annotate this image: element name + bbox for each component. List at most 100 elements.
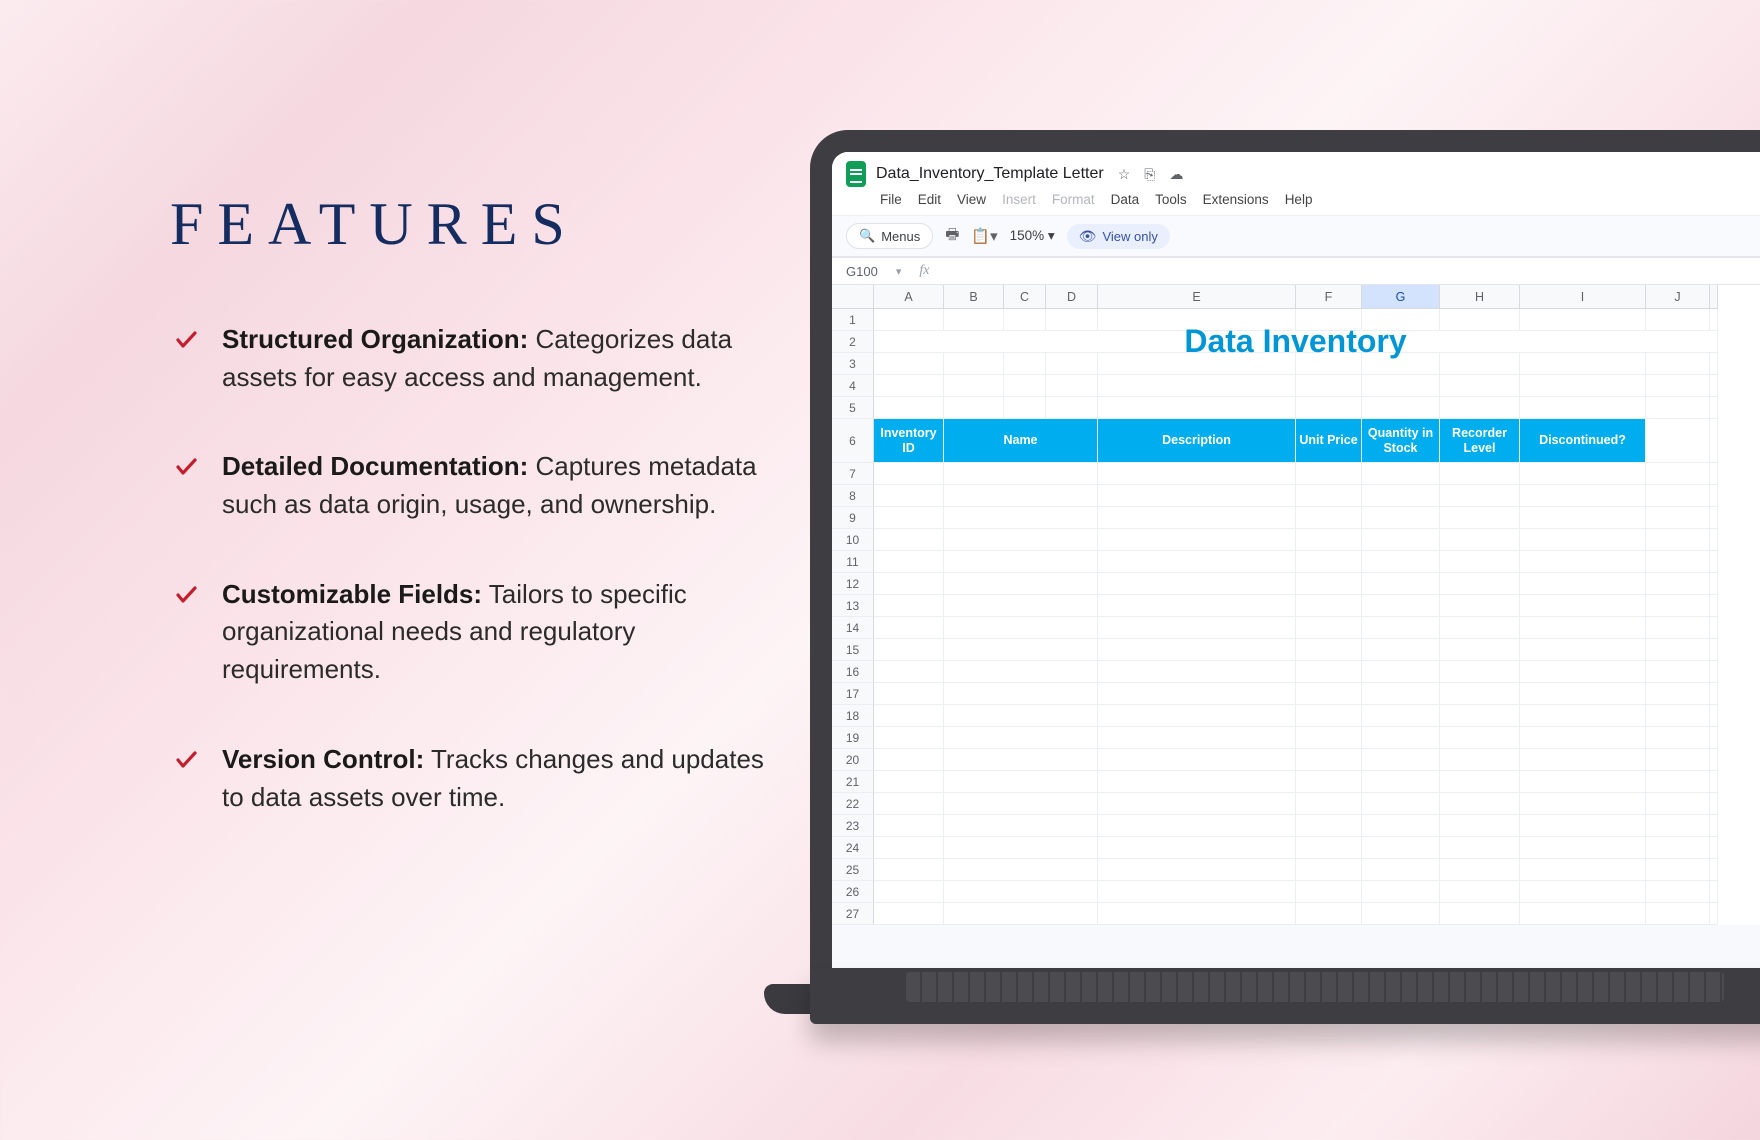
cell[interactable] <box>1046 309 1098 331</box>
row-header[interactable]: 6 <box>832 419 874 463</box>
cell[interactable] <box>1362 551 1440 573</box>
cell[interactable] <box>874 309 944 331</box>
cell[interactable] <box>1520 793 1646 815</box>
row-header[interactable]: 23 <box>832 815 874 837</box>
cell[interactable] <box>1440 463 1520 485</box>
cell[interactable] <box>874 595 944 617</box>
cell[interactable] <box>1046 397 1098 419</box>
spreadsheet-grid[interactable]: ABCDEFGHIJ 12Data Inventory3456Inventory… <box>832 285 1760 925</box>
cell[interactable] <box>1362 837 1440 859</box>
cell[interactable] <box>1646 749 1710 771</box>
cell[interactable] <box>944 815 1098 837</box>
cell[interactable] <box>1098 639 1296 661</box>
cell[interactable] <box>1710 771 1718 793</box>
cell[interactable] <box>944 859 1098 881</box>
cell[interactable] <box>944 529 1098 551</box>
cell[interactable] <box>1004 353 1046 375</box>
cell[interactable] <box>1710 661 1718 683</box>
cell[interactable] <box>1646 353 1710 375</box>
cell[interactable] <box>874 397 944 419</box>
cell[interactable] <box>1296 705 1362 727</box>
cell[interactable] <box>1710 881 1718 903</box>
cell[interactable] <box>1710 375 1718 397</box>
cell[interactable] <box>1362 485 1440 507</box>
cell[interactable] <box>1646 375 1710 397</box>
cell[interactable] <box>1296 837 1362 859</box>
doc-title[interactable]: Data_Inventory_Template Letter <box>876 165 1104 183</box>
cell[interactable] <box>874 727 944 749</box>
cell[interactable] <box>1646 837 1710 859</box>
cell[interactable] <box>1646 859 1710 881</box>
cell[interactable] <box>1440 661 1520 683</box>
cell[interactable] <box>1520 771 1646 793</box>
cell[interactable] <box>1710 507 1718 529</box>
cell[interactable] <box>1646 485 1710 507</box>
row-header[interactable]: 24 <box>832 837 874 859</box>
cell[interactable] <box>1520 617 1646 639</box>
cell[interactable] <box>1520 551 1646 573</box>
row-header[interactable]: 21 <box>832 771 874 793</box>
cell[interactable] <box>1098 727 1296 749</box>
cell[interactable] <box>1296 485 1362 507</box>
cell[interactable] <box>1646 529 1710 551</box>
cell[interactable] <box>1646 793 1710 815</box>
cell[interactable] <box>1098 397 1296 419</box>
hdr-inventory-id[interactable]: Inventory ID <box>874 419 944 463</box>
col-header-G[interactable]: G <box>1362 285 1440 309</box>
row-header[interactable]: 22 <box>832 793 874 815</box>
cell[interactable] <box>874 573 944 595</box>
cell[interactable] <box>1440 375 1520 397</box>
row-header[interactable]: 11 <box>832 551 874 573</box>
cell[interactable] <box>1710 573 1718 595</box>
cell[interactable] <box>1646 683 1710 705</box>
row-header[interactable]: 10 <box>832 529 874 551</box>
cell[interactable] <box>944 507 1098 529</box>
menus-button[interactable]: 🔍 Menus <box>846 223 933 249</box>
cell[interactable] <box>1520 595 1646 617</box>
cell[interactable] <box>1296 815 1362 837</box>
row-header[interactable]: 18 <box>832 705 874 727</box>
col-header-I[interactable]: I <box>1520 285 1646 309</box>
cell[interactable] <box>1646 309 1710 331</box>
row-header[interactable]: 15 <box>832 639 874 661</box>
cell[interactable] <box>874 529 944 551</box>
cell[interactable] <box>1646 551 1710 573</box>
col-header-A[interactable]: A <box>874 285 944 309</box>
row-header[interactable]: 7 <box>832 463 874 485</box>
cell[interactable] <box>1646 463 1710 485</box>
cell[interactable] <box>1098 529 1296 551</box>
cell[interactable] <box>1098 859 1296 881</box>
menu-tools[interactable]: Tools <box>1155 192 1187 207</box>
cell[interactable] <box>1646 507 1710 529</box>
clipboard-icon[interactable]: 📋▾ <box>971 227 997 245</box>
row-header[interactable]: 25 <box>832 859 874 881</box>
cell[interactable] <box>874 639 944 661</box>
cell[interactable] <box>874 507 944 529</box>
cell[interactable] <box>1520 837 1646 859</box>
cell[interactable] <box>1646 771 1710 793</box>
cell[interactable] <box>1098 881 1296 903</box>
cell[interactable] <box>944 397 1004 419</box>
cell[interactable] <box>1710 859 1718 881</box>
row-header[interactable]: 4 <box>832 375 874 397</box>
cell[interactable] <box>1440 793 1520 815</box>
cell[interactable] <box>944 551 1098 573</box>
hdr-recorder[interactable]: Recorder Level <box>1440 419 1520 463</box>
cell[interactable] <box>944 485 1098 507</box>
cell[interactable] <box>874 881 944 903</box>
row-header[interactable]: 13 <box>832 595 874 617</box>
cell[interactable] <box>1520 397 1646 419</box>
cell[interactable] <box>944 573 1098 595</box>
col-header-F[interactable]: F <box>1296 285 1362 309</box>
cell[interactable] <box>1440 881 1520 903</box>
cell[interactable] <box>874 771 944 793</box>
cell[interactable] <box>1296 595 1362 617</box>
cell[interactable] <box>1362 749 1440 771</box>
cell[interactable] <box>1296 639 1362 661</box>
hdr-description[interactable]: Description <box>1098 419 1296 463</box>
cell[interactable] <box>874 375 944 397</box>
menu-help[interactable]: Help <box>1285 192 1313 207</box>
cell[interactable] <box>1520 881 1646 903</box>
cell[interactable] <box>1710 903 1718 925</box>
cell[interactable] <box>1710 639 1718 661</box>
